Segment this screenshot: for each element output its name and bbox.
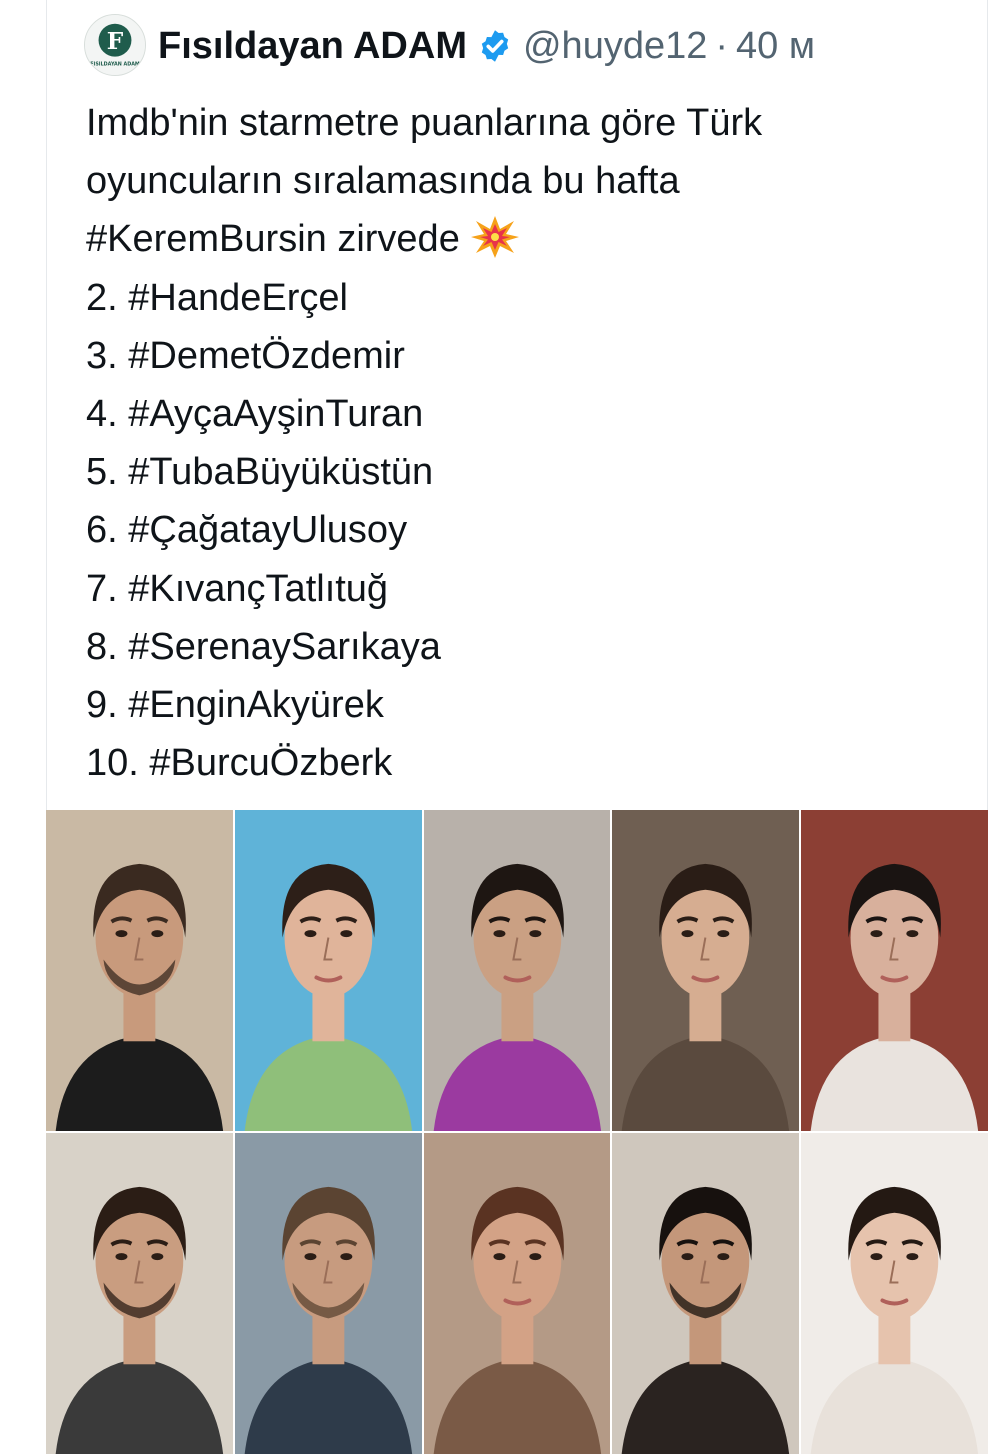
separator-dot: · [715, 24, 729, 67]
tweet-text: Imdb'nin starmetre puanlarına göre Türk … [86, 94, 946, 792]
portrait-photo[interactable] [801, 810, 988, 1131]
portrait-photo[interactable] [612, 1133, 800, 1454]
ranking-item: 7. #KıvançTatlıtuğ [86, 567, 389, 610]
ranking-item: 2. #HandeErçel [86, 276, 348, 319]
author-handle[interactable]: @huyde12 [523, 25, 707, 68]
portrait-photo[interactable] [234, 1133, 422, 1454]
tweet-text-line: Imdb'nin starmetre puanlarına göre Türk [86, 102, 763, 144]
collision-emoji-icon [470, 215, 520, 259]
tweet-text-line-with-emoji: #KeremBursin zirvede [86, 210, 946, 268]
ranking-item: 8. #SerenaySarıkaya [86, 625, 441, 668]
portrait-photo[interactable] [801, 1133, 988, 1454]
verified-badge-icon [477, 28, 513, 64]
ranking-item: 3. #DemetÖzdemir [86, 334, 405, 377]
portrait-photo[interactable] [423, 810, 611, 1131]
ranking-item: 6. #ÇağatayUlusoy [86, 509, 408, 552]
ranking-item: 4. #AyçaAyşinTuran [86, 393, 424, 436]
photo-collage[interactable] [46, 810, 988, 1454]
portrait-photo[interactable] [423, 1133, 611, 1454]
author-name[interactable]: Fısıldayan ADAM [158, 25, 467, 68]
hashtag-kerem-bursin-line: #KeremBursin zirvede [86, 218, 460, 261]
avatar[interactable]: F FISILDAYAN ADAM [84, 14, 146, 76]
avatar-logo: F FISILDAYAN ADAM [85, 15, 145, 75]
portrait-photo[interactable] [234, 810, 422, 1131]
portrait-photo[interactable] [612, 810, 800, 1131]
tweet-timestamp[interactable]: 40 м [736, 25, 815, 68]
portrait-photo[interactable] [46, 1133, 233, 1454]
ranking-item: 10. #BurcuÖzberk [86, 742, 393, 785]
avatar-caption: FISILDAYAN ADAM [90, 61, 140, 67]
ranking-item: 5. #TubaBüyüküstün [86, 451, 434, 494]
portrait-photo[interactable] [46, 810, 233, 1131]
ranking-item: 9. #EnginAkyürek [86, 684, 384, 727]
tweet-text-line: oyuncuların sıralamasında bu hafta [86, 160, 680, 203]
avatar-letter: F [107, 28, 124, 55]
tweet-header: Fısıldayan ADAM @huyde12 · 40 м [158, 22, 958, 70]
